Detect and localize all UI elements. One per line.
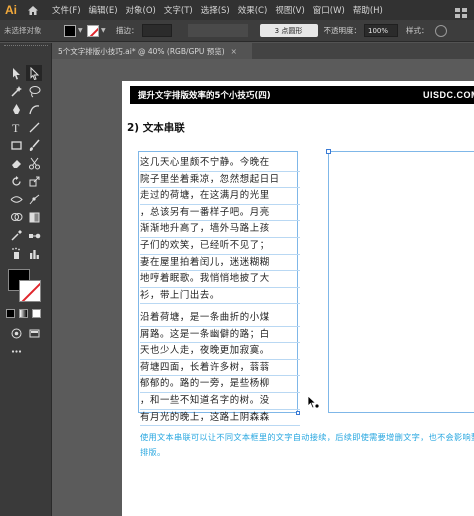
text-frame-right[interactable] bbox=[328, 151, 474, 413]
stroke-swatch[interactable] bbox=[87, 24, 99, 37]
canvas-area[interactable]: 提升文字排版效率的5个小技巧(四) UISDC.COM 2) 文本串联 这几天心… bbox=[52, 59, 474, 516]
fill-swatch[interactable] bbox=[64, 24, 76, 37]
stroke-color-box[interactable] bbox=[19, 280, 41, 302]
shape-builder-icon[interactable] bbox=[8, 209, 24, 225]
screen-mode-icon[interactable] bbox=[26, 325, 42, 341]
close-icon[interactable]: × bbox=[231, 47, 237, 56]
none-mode-swatch[interactable] bbox=[32, 309, 41, 318]
menu-help[interactable]: 帮助(H) bbox=[353, 4, 383, 16]
eraser-tool-icon[interactable] bbox=[8, 155, 24, 171]
brush-definition-select[interactable]: 3 点圆形 bbox=[259, 24, 318, 37]
text-line: 院子里坐着乘凉，忽然想起日日 bbox=[140, 172, 300, 189]
text-line: 子们的欢笑，已经听不见了； bbox=[140, 238, 300, 255]
menu-select[interactable]: 选择(S) bbox=[201, 4, 230, 16]
menu-file[interactable]: 文件(F) bbox=[52, 4, 81, 16]
curvature-tool-icon[interactable] bbox=[26, 101, 42, 117]
column-graph-icon[interactable] bbox=[26, 245, 42, 261]
text-line: 地哼着眠歌。我悄悄地披了大 bbox=[140, 271, 300, 288]
paragraph-2[interactable]: 沿着荷塘，是一条曲折的小煤 屑路。这是一条幽僻的路；白 天也少人走，夜晚更加寂寞… bbox=[140, 310, 300, 427]
opacity-label: 不透明度： bbox=[323, 26, 362, 35]
banner-brand: UISDC.COM bbox=[423, 90, 474, 100]
document-tab[interactable]: 5个文字排版小技巧.ai* @ 40% (RGB/GPU 预览) × bbox=[52, 43, 252, 59]
svg-text:T: T bbox=[12, 121, 20, 134]
scissors-icon[interactable] bbox=[26, 155, 42, 171]
stroke-weight-input[interactable] bbox=[141, 24, 172, 37]
lasso-icon[interactable] bbox=[26, 83, 42, 99]
globe-icon[interactable] bbox=[434, 24, 447, 37]
caption-text: 使用文本串联可以让不同文本框里的文字自动接续，后续即使需要增删文字，也不会影响整… bbox=[140, 432, 474, 457]
paragraph-1[interactable]: 这几天心里颇不宁静。今晚在 院子里坐着乘凉，忽然想起日日 走过的荷塘，在这满月的… bbox=[140, 155, 300, 305]
magic-wand-icon[interactable] bbox=[8, 83, 24, 99]
title-banner: 提升文字排版效率的5个小技巧(四) UISDC.COM bbox=[130, 86, 474, 104]
gradient-tool-icon[interactable] bbox=[26, 209, 42, 225]
section-heading: 2) 文本串联 bbox=[127, 122, 185, 134]
illustrator-window: Ai 文件(F) 编辑(E) 对象(O) 文字(T) 选择(S) 效果(C) 视… bbox=[0, 0, 474, 516]
text-line: ，和一些不知道名字的树。没 bbox=[140, 393, 300, 410]
color-mode-swatch[interactable] bbox=[6, 309, 15, 318]
brush-label: 3 点圆形 bbox=[274, 26, 303, 35]
pen-tool-icon[interactable] bbox=[8, 101, 24, 117]
rotate-tool-icon[interactable] bbox=[8, 173, 24, 189]
opacity-input[interactable]: 100% bbox=[364, 24, 398, 37]
text-line: 妻在屋里拍着闰儿，迷迷糊糊 bbox=[140, 255, 300, 272]
tab-title: 5个文字排版小技巧.ai* @ 40% (RGB/GPU 预览) bbox=[58, 46, 225, 56]
document-tab-bar: 5个文字排版小技巧.ai* @ 40% (RGB/GPU 预览) × bbox=[52, 43, 474, 59]
menu-type[interactable]: 文字(T) bbox=[164, 4, 193, 16]
home-icon[interactable] bbox=[22, 0, 44, 20]
text-line: ，总该另有一番样子吧。月亮 bbox=[140, 205, 300, 222]
in-port-handle[interactable] bbox=[326, 149, 331, 154]
rectangle-tool-icon[interactable] bbox=[8, 137, 24, 153]
text-line: 有月光的晚上，这路上阴森森 bbox=[140, 410, 300, 427]
direct-selection-tool-icon[interactable] bbox=[26, 65, 42, 81]
menu-bar: Ai 文件(F) 编辑(E) 对象(O) 文字(T) 选择(S) 效果(C) 视… bbox=[0, 0, 474, 20]
banner-title: 提升文字排版效率的5个小技巧(四) bbox=[138, 91, 271, 101]
text-line: 沿着荷塘，是一条曲折的小煤 bbox=[140, 310, 300, 327]
draw-mode-icon[interactable] bbox=[8, 325, 24, 341]
symbol-sprayer-icon[interactable] bbox=[8, 245, 24, 261]
selection-tool-icon[interactable] bbox=[8, 65, 24, 81]
menu-effect[interactable]: 效果(C) bbox=[238, 4, 268, 16]
text-line: 屑路。这是一条幽僻的路；白 bbox=[140, 327, 300, 344]
blend-tool-icon[interactable] bbox=[26, 227, 42, 243]
menu-edit[interactable]: 编辑(E) bbox=[89, 4, 118, 16]
text-line: 衫，带上门出去。 bbox=[140, 288, 300, 305]
puppet-warp-icon[interactable] bbox=[26, 191, 42, 207]
style-label: 样式： bbox=[406, 26, 429, 35]
scale-tool-icon[interactable] bbox=[26, 173, 42, 189]
chevron-down-icon[interactable]: ▼ bbox=[101, 27, 107, 34]
text-line: 这几天心里颇不宁静。今晚在 bbox=[140, 155, 300, 172]
text-line: 荷塘四面，长着许多树，蓊蓊 bbox=[140, 360, 300, 377]
stroke-label: 描边： bbox=[116, 26, 139, 35]
text-line: 郁郁的。路的一旁，是些杨柳 bbox=[140, 376, 300, 393]
control-bar: 未选择对象 ▼ ▼ 描边： 3 点圆形 不透明度： 100% 样式： bbox=[0, 20, 474, 42]
panel-grip[interactable] bbox=[4, 45, 48, 49]
tools-panel: T bbox=[0, 43, 52, 516]
menu-object[interactable]: 对象(O) bbox=[126, 4, 156, 16]
thread-cursor-icon bbox=[307, 395, 319, 409]
gradient-mode-swatch[interactable] bbox=[19, 309, 28, 318]
app-logo: Ai bbox=[5, 3, 17, 17]
text-line: 天也少人走，夜晚更加寂寞。 bbox=[140, 343, 300, 360]
eyedropper-icon[interactable] bbox=[8, 227, 24, 243]
text-line: 走过的荷塘，在这满月的光里 bbox=[140, 188, 300, 205]
paintbrush-tool-icon[interactable] bbox=[26, 137, 42, 153]
more-tools-icon[interactable] bbox=[8, 343, 24, 359]
menu-window[interactable]: 窗口(W) bbox=[313, 4, 345, 16]
selection-status: 未选择对象 bbox=[4, 26, 42, 35]
variable-width-profile[interactable] bbox=[187, 24, 248, 37]
type-tool-icon[interactable]: T bbox=[8, 119, 24, 135]
line-tool-icon[interactable] bbox=[26, 119, 42, 135]
chevron-down-icon[interactable]: ▼ bbox=[78, 27, 84, 34]
workspace-grid-icon[interactable] bbox=[454, 4, 468, 18]
width-tool-icon[interactable] bbox=[8, 191, 24, 207]
menu-view[interactable]: 视图(V) bbox=[275, 4, 304, 16]
text-line: 渐渐地升高了，墙外马路上孩 bbox=[140, 221, 300, 238]
artboard: 提升文字排版效率的5个小技巧(四) UISDC.COM 2) 文本串联 这几天心… bbox=[122, 81, 474, 516]
